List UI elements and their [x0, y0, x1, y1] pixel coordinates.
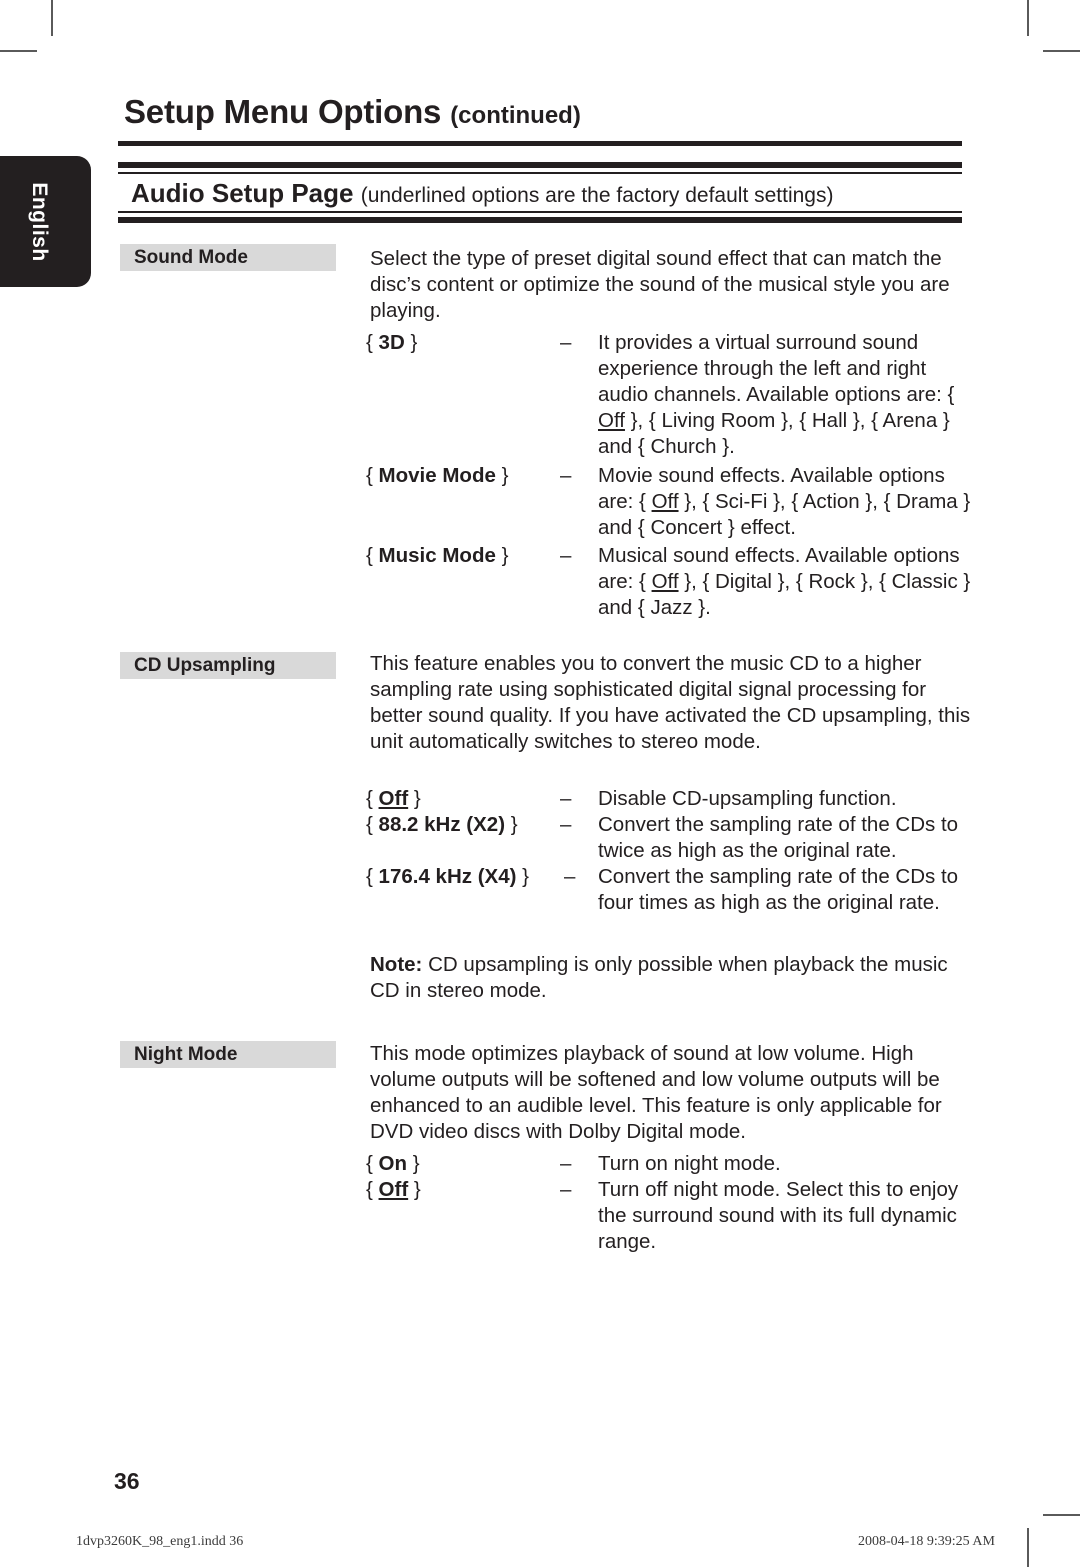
option-label-music-mode: { Music Mode }	[366, 544, 509, 567]
option-description-movie-mode: Movie sound effects. Available options a…	[598, 464, 971, 539]
section-rule-bottom-thin	[118, 211, 962, 213]
note-label: Note:	[370, 953, 423, 976]
section-title-note: (underlined options are the factory defa…	[360, 184, 834, 207]
term-cd-upsampling-label: CD Upsampling	[134, 655, 276, 676]
option-description-3d: It provides a virtual surround sound exp…	[598, 331, 955, 458]
description-cd-upsampling: This feature enables you to convert the …	[370, 652, 971, 753]
page-title-main: Setup Menu Options	[124, 93, 442, 130]
option-dash: –	[560, 331, 572, 354]
option-description-night-on: Turn on night mode.	[598, 1152, 781, 1175]
option-label-upsampling-off: { Off }	[366, 787, 421, 810]
footer-file-name: 1dvp3260K_98_eng1.indd 36	[76, 1534, 244, 1549]
option-dash: –	[560, 1152, 572, 1175]
note-text: CD upsampling is only possible when play…	[370, 953, 948, 1002]
term-cd-upsampling: CD Upsampling	[120, 652, 336, 679]
term-night-mode-label: Night Mode	[134, 1044, 238, 1065]
option-dash: –	[564, 865, 576, 888]
term-sound-mode: Sound Mode	[120, 244, 336, 271]
section-rule-top-thick	[118, 162, 962, 168]
option-label-upsampling-88: { 88.2 kHz (X2) }	[366, 813, 518, 836]
page-title-continued: (continued)	[450, 102, 581, 129]
option-description-music-mode: Musical sound effects. Available options…	[598, 544, 971, 619]
option-dash: –	[560, 464, 572, 487]
note-cd-upsampling: Note: CD upsampling is only possible whe…	[370, 952, 980, 1004]
option-label-movie-mode: { Movie Mode }	[366, 464, 509, 487]
page-title: Setup Menu Options (continued)	[124, 93, 581, 131]
term-night-mode: Night Mode	[120, 1041, 336, 1068]
section-rule-bottom-thick	[118, 217, 962, 223]
footer-timestamp: 2008-04-18 9:39:25 AM	[858, 1534, 995, 1549]
option-dash: –	[560, 787, 572, 810]
option-dash: –	[560, 813, 572, 836]
option-label-3d: { 3D }	[366, 331, 418, 354]
option-label-night-off: { Off }	[366, 1178, 421, 1201]
option-label-night-on: { On }	[366, 1152, 420, 1175]
term-sound-mode-label: Sound Mode	[134, 247, 248, 268]
option-description-upsampling-176: Convert the sampling rate of the CDs to …	[598, 865, 959, 914]
option-label-upsampling-176: { 176.4 kHz (X4) }	[366, 865, 529, 888]
section-title-main: Audio Setup Page	[131, 178, 354, 208]
option-dash: –	[560, 1178, 572, 1201]
section-title: Audio Setup Page (underlined options are…	[131, 178, 833, 209]
manual-page: Setup Menu Options (continued) Audio Set…	[0, 0, 1080, 1567]
description-sound-mode: Select the type of preset digital sound …	[370, 247, 950, 322]
option-dash: –	[560, 544, 572, 567]
section-rule-top-thin	[118, 172, 962, 174]
title-rule	[118, 141, 962, 146]
description-night-mode: This mode optimizes playback of sound at…	[370, 1042, 942, 1143]
page-number: 36	[114, 1468, 140, 1494]
option-description-night-off: Turn off night mode. Select this to enjo…	[598, 1178, 959, 1253]
option-description-upsampling-off: Disable CD-upsampling function.	[598, 787, 897, 810]
option-description-upsampling-88: Convert the sampling rate of the CDs to …	[598, 813, 959, 862]
